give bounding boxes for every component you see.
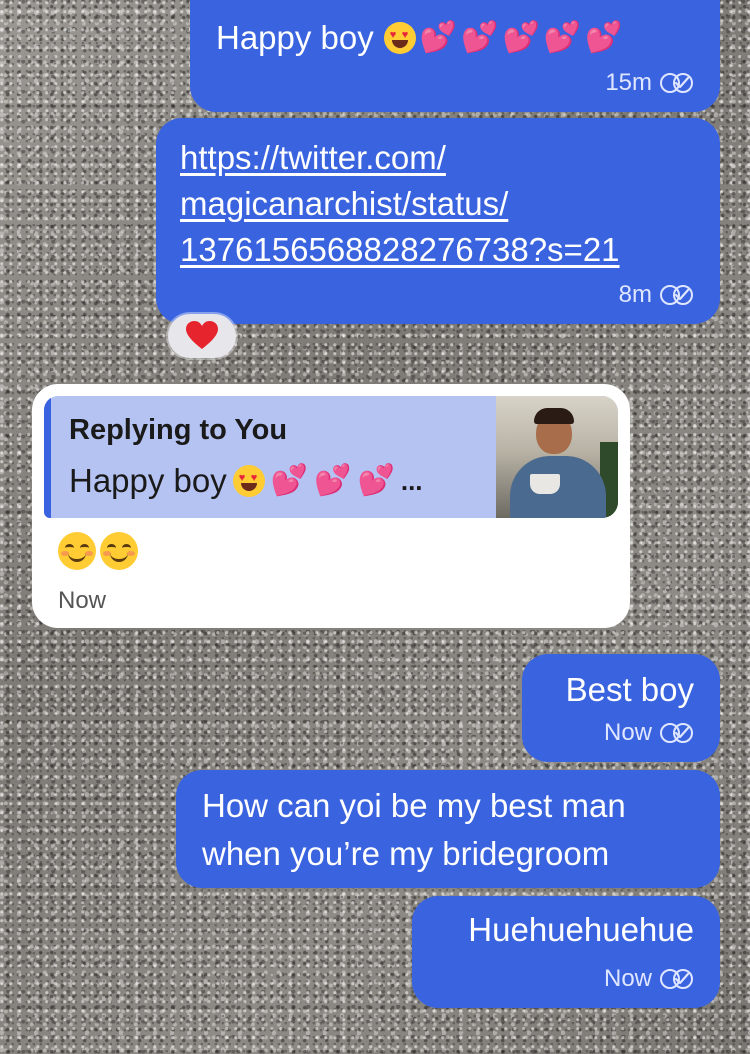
message-text: Happy boy — [216, 19, 374, 56]
twitter-link-line-1[interactable]: https://twitter.com/ — [180, 138, 446, 178]
reply-emoji-row — [58, 532, 142, 570]
quote-accent-bar — [44, 396, 51, 518]
two-hearts-icon: 💕 — [357, 464, 395, 497]
emoji-group: ♥ ♥ 💕 💕 💕 💕 💕 — [383, 21, 623, 54]
two-hearts-icon: 💕 — [543, 21, 582, 54]
reply-title: Replying to You — [69, 414, 288, 446]
message-time: Now — [603, 719, 652, 746]
message-meta: 15m — [605, 70, 696, 96]
message-time: 8m — [618, 281, 652, 308]
outgoing-message-happy-boy[interactable]: Happy boy ♥ ♥ 💕 💕 💕 💕 💕 15m — [190, 0, 720, 112]
message-text: Huehuehuehue — [468, 911, 694, 948]
quoted-photo-thumbnail[interactable] — [496, 396, 618, 518]
quote-ellipsis: ... — [400, 465, 423, 496]
red-heart-icon — [186, 321, 218, 349]
two-hearts-icon: 💕 — [314, 464, 352, 497]
outgoing-message-huehue[interactable]: Huehuehuehue Now — [412, 896, 720, 1008]
heart-eyes-emoji-icon: ♥ ♥ — [383, 22, 416, 54]
double-check-icon — [660, 969, 693, 989]
quoted-message-text: Happy boy — [69, 462, 227, 499]
message-meta: Now — [604, 720, 696, 746]
outgoing-message-link[interactable]: https://twitter.com/ magicanarchist/stat… — [156, 118, 720, 324]
two-hearts-icon: 💕 — [502, 21, 540, 54]
message-meta: 8m — [619, 282, 696, 308]
message-time: 15m — [605, 69, 652, 96]
message-text-line-2: when you’re my bridegroom — [202, 835, 610, 872]
double-check-icon — [660, 723, 693, 743]
message-text: Best boy — [565, 671, 694, 708]
outgoing-message-best-boy[interactable]: Best boy Now — [522, 654, 720, 762]
twitter-link-line-3[interactable]: 1376156568828276738?s=21 — [180, 230, 620, 270]
outgoing-message-best-man[interactable]: How can yoi be my best man when you’re m… — [176, 770, 720, 888]
double-check-icon — [660, 285, 693, 305]
two-hearts-icon: 💕 — [585, 21, 623, 54]
two-hearts-icon: 💕 — [461, 21, 499, 54]
twitter-link-line-2[interactable]: magicanarchist/status/ — [180, 184, 508, 224]
reply-quote[interactable]: Replying to You Happy boy ♥ ♥ 💕 💕 💕 ... — [44, 396, 618, 518]
double-check-icon — [660, 73, 693, 93]
heart-eyes-emoji-icon: ♥ ♥ — [232, 465, 265, 497]
message-time: Now — [58, 587, 107, 614]
two-hearts-icon: 💕 — [419, 21, 458, 54]
message-meta: Now — [604, 966, 696, 992]
message-time: Now — [603, 965, 652, 992]
two-hearts-icon: 💕 — [270, 464, 309, 497]
message-reaction[interactable] — [168, 314, 236, 358]
smiling-face-emoji-icon — [100, 532, 138, 570]
message-text-line-1: How can yoi be my best man — [202, 787, 626, 824]
smiling-face-emoji-icon — [58, 532, 96, 570]
reply-quoted-text: Happy boy ♥ ♥ 💕 💕 💕 ... — [69, 462, 423, 500]
